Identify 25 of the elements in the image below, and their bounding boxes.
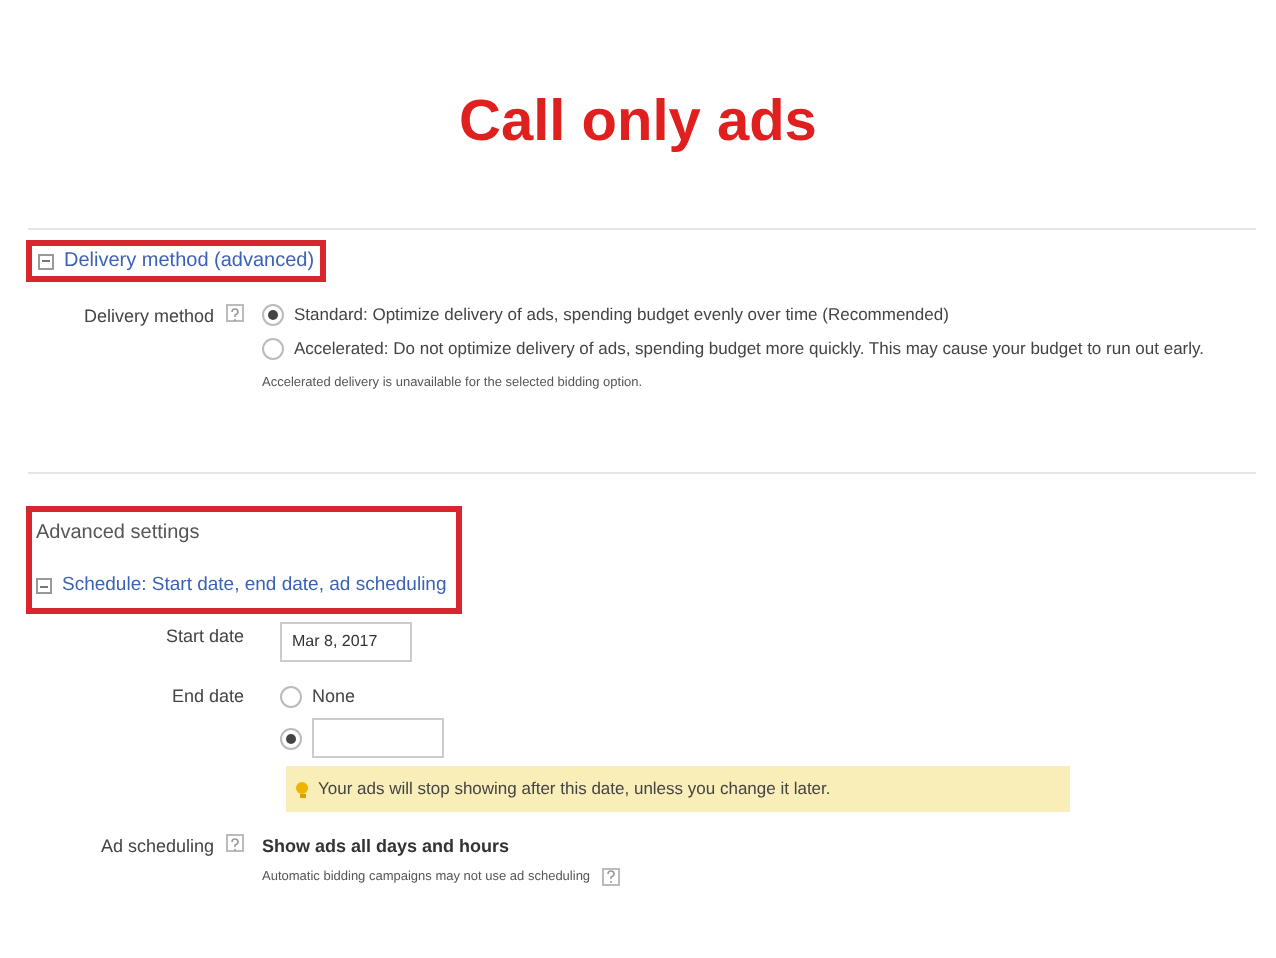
radio-button[interactable]	[280, 727, 302, 749]
section-link[interactable]: Delivery method (advanced)	[64, 246, 315, 276]
collapse-icon[interactable]	[38, 253, 54, 269]
lightbulb-icon	[296, 781, 308, 797]
help-icon[interactable]	[226, 834, 244, 852]
date-field[interactable]	[312, 718, 444, 758]
help-icon[interactable]	[602, 867, 621, 886]
field-label: End date	[171, 683, 244, 709]
collapse-icon[interactable]	[36, 578, 52, 595]
field-label: Start date	[165, 623, 244, 649]
section-link[interactable]: Schedule: Start date, end date, ad scheduling	[62, 572, 447, 601]
radio-button[interactable]	[280, 685, 302, 708]
setting-value: Show ads all days and hours	[262, 834, 512, 860]
date-field[interactable]: Mar 8, 2017	[280, 621, 412, 661]
option-label: None	[312, 683, 356, 709]
option-label: Standard: Optimize delivery of ads, spending budget evenly over time (Recommended)	[294, 302, 949, 328]
warning-text: Your ads will stop showing after this date, unless you change it later.	[318, 776, 831, 802]
field-label: Delivery method	[83, 304, 214, 330]
help-icon[interactable]	[226, 304, 244, 322]
option-label: Accelerated: Do not optimize delivery of ads, spending budget more quickly. This may cause your budget to run out early.	[294, 335, 1204, 361]
radio-button[interactable]	[262, 337, 284, 360]
radio-button[interactable]	[262, 303, 284, 326]
field-label: Ad scheduling	[100, 834, 214, 860]
slide-title: Call only ads	[457, 88, 819, 158]
section-heading: Advanced settings	[36, 520, 202, 549]
